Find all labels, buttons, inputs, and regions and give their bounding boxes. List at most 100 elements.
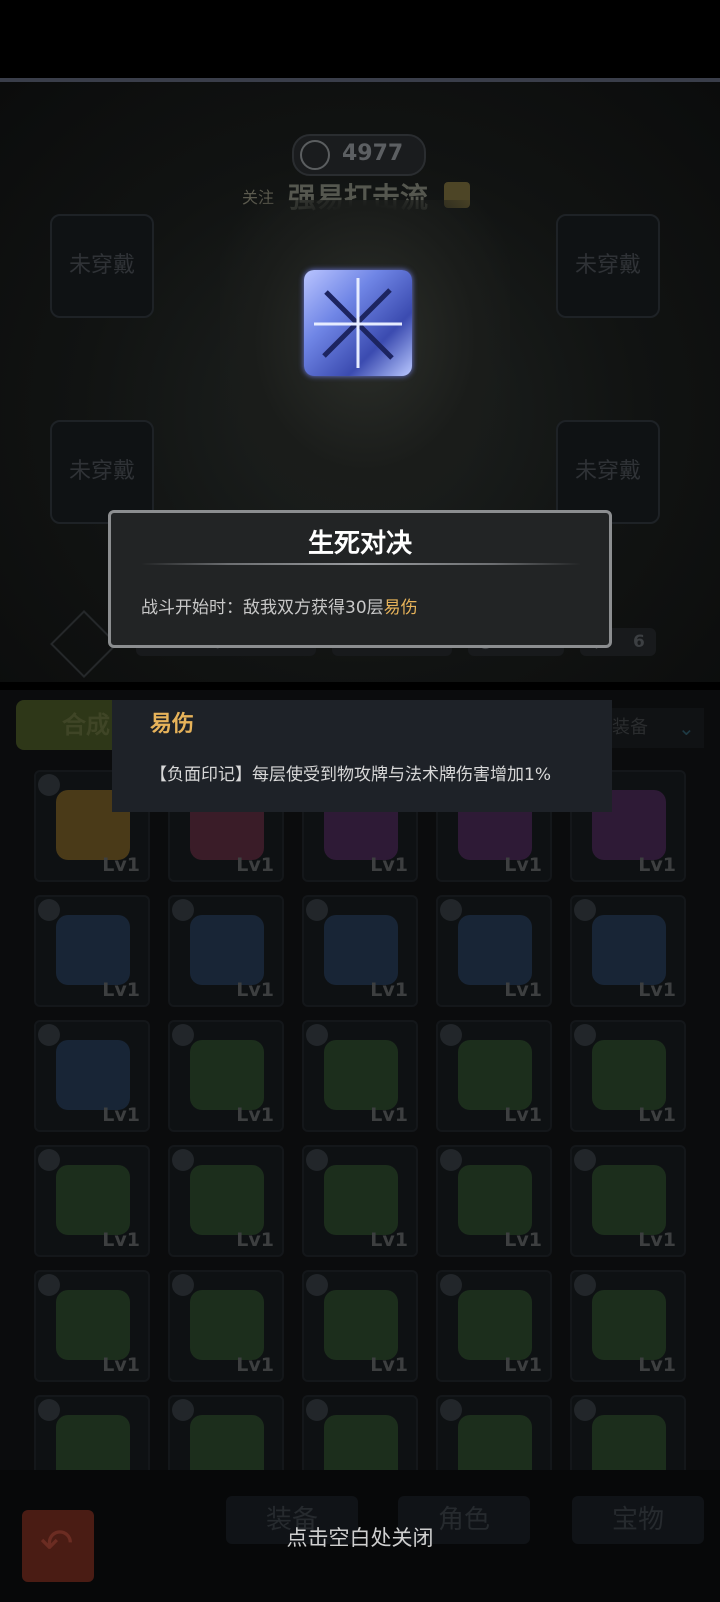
item-level: Lv1: [504, 1104, 542, 1126]
item-type-icon: [306, 1399, 328, 1421]
item-type-icon: [306, 1274, 328, 1296]
item-type-icon: [306, 899, 328, 921]
item-type-icon: [306, 1149, 328, 1171]
inventory-item[interactable]: Lv1: [570, 895, 686, 1007]
item-art: [324, 1040, 398, 1110]
item-type-icon: [440, 1399, 462, 1421]
keyword-title: 易伤: [150, 712, 195, 737]
equip-slot-top-right[interactable]: 未穿戴: [556, 214, 660, 318]
status-bar: [0, 0, 720, 78]
item-art: [190, 1165, 264, 1235]
item-type-icon: [172, 899, 194, 921]
item-type-icon: [574, 1399, 596, 1421]
item-art: [592, 1040, 666, 1110]
item-type-icon: [440, 1149, 462, 1171]
keyword-link[interactable]: 易伤: [384, 598, 418, 618]
chevron-down-icon[interactable]: ⌄: [678, 716, 695, 740]
item-type-icon: [574, 899, 596, 921]
item-level: Lv1: [504, 1354, 542, 1376]
item-art: [324, 915, 398, 985]
item-type-icon: [440, 1274, 462, 1296]
inventory-item[interactable]: Lv1: [570, 1270, 686, 1382]
inventory-item[interactable]: Lv1: [168, 1020, 284, 1132]
item-level: Lv1: [504, 1229, 542, 1251]
close-hint[interactable]: 点击空白处关闭: [0, 1522, 720, 1552]
item-art: [56, 915, 130, 985]
inventory-item[interactable]: Lv1: [168, 1145, 284, 1257]
skill-title: 生死对决: [307, 529, 412, 559]
item-art: [592, 1165, 666, 1235]
item-type-icon: [440, 899, 462, 921]
item-art: [56, 1165, 130, 1235]
item-type-icon: [38, 899, 60, 921]
inventory-item[interactable]: Lv1: [34, 1145, 150, 1257]
item-level: Lv1: [102, 854, 140, 876]
item-art: [190, 915, 264, 985]
item-type-icon: [38, 1149, 60, 1171]
inventory-item[interactable]: Lv1: [302, 1145, 418, 1257]
item-art: [458, 1165, 532, 1235]
item-type-icon: [38, 1274, 60, 1296]
item-type-icon: [440, 1024, 462, 1046]
item-level: Lv1: [370, 1104, 408, 1126]
item-level: Lv1: [370, 1354, 408, 1376]
skill-popup: 生死对决 战斗开始时：敌我双方获得30层易伤: [108, 510, 612, 648]
inventory-item[interactable]: Lv1: [302, 1020, 418, 1132]
item-level: Lv1: [102, 1354, 140, 1376]
inventory-item[interactable]: Lv1: [436, 1020, 552, 1132]
item-art: [56, 1040, 130, 1110]
item-level: Lv1: [504, 979, 542, 1001]
inventory-item[interactable]: Lv1: [34, 1020, 150, 1132]
item-art: [458, 915, 532, 985]
skill-icon: [304, 270, 412, 376]
item-level: Lv1: [638, 854, 676, 876]
inventory-item[interactable]: Lv1: [436, 1145, 552, 1257]
item-type-icon: [38, 1399, 60, 1421]
item-level: Lv1: [236, 1354, 274, 1376]
inventory-item[interactable]: Lv1: [436, 895, 552, 1007]
equip-slot-bottom-right[interactable]: 未穿戴: [556, 420, 660, 524]
item-art: [56, 1290, 130, 1360]
item-type-icon: [172, 1399, 194, 1421]
equip-slot-top-left[interactable]: 未穿戴: [50, 214, 154, 318]
item-type-icon: [38, 1024, 60, 1046]
crossed-swords-icon: [314, 278, 402, 368]
item-level: Lv1: [370, 1229, 408, 1251]
inventory-item[interactable]: Lv1: [302, 1270, 418, 1382]
item-level: Lv1: [236, 1104, 274, 1126]
popup-divider: [141, 563, 581, 565]
item-type-icon: [574, 1149, 596, 1171]
item-level: Lv1: [102, 1229, 140, 1251]
power-value: 4977: [342, 141, 404, 166]
item-level: Lv1: [504, 854, 542, 876]
quill-icon: [300, 140, 330, 170]
skill-description: 战斗开始时：敌我双方获得30层易伤: [141, 598, 418, 618]
item-type-icon: [172, 1149, 194, 1171]
inventory-item[interactable]: Lv1: [168, 895, 284, 1007]
item-level: Lv1: [102, 1104, 140, 1126]
item-type-icon: [172, 1274, 194, 1296]
item-art: [592, 1290, 666, 1360]
item-art: [458, 1040, 532, 1110]
inventory-item[interactable]: Lv1: [34, 895, 150, 1007]
inventory-item[interactable]: Lv1: [570, 1145, 686, 1257]
inventory-item[interactable]: Lv1: [570, 1020, 686, 1132]
item-type-icon: [574, 1274, 596, 1296]
inventory-item[interactable]: Lv1: [436, 1270, 552, 1382]
item-level: Lv1: [638, 979, 676, 1001]
item-type-icon: [306, 1024, 328, 1046]
item-level: Lv1: [638, 1229, 676, 1251]
item-level: Lv1: [102, 979, 140, 1001]
inventory-item[interactable]: Lv1: [168, 1270, 284, 1382]
item-art: [190, 1040, 264, 1110]
inventory-item[interactable]: Lv1: [302, 895, 418, 1007]
item-art: [592, 915, 666, 985]
item-art: [458, 1290, 532, 1360]
inventory-grid: Lv1 Lv1 Lv1 Lv1 Lv1 Lv1 Lv1 Lv1 Lv1 Lv1 Lv1 Lv1 Lv1 L…: [34, 770, 694, 1507]
equip-slot-bottom-left[interactable]: 未穿戴: [50, 420, 154, 524]
item-level: Lv1: [638, 1104, 676, 1126]
item-type-icon: [172, 1024, 194, 1046]
power-badge: 4977: [292, 134, 426, 176]
inventory-item[interactable]: Lv1: [34, 1270, 150, 1382]
item-type-icon: [38, 774, 60, 796]
